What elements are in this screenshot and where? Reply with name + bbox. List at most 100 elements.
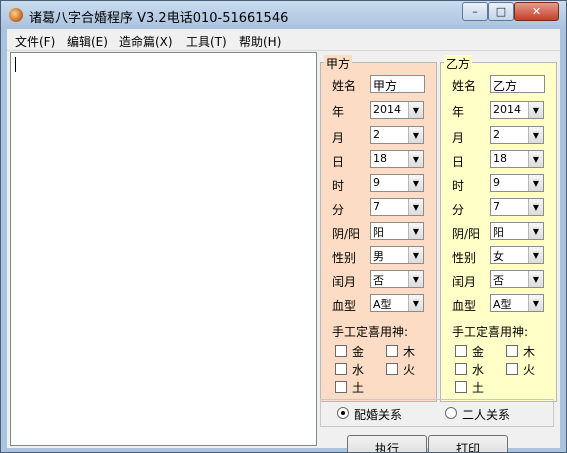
title-bar[interactable]: 诸葛八字合婚程序 V3.2电话010-51661546 – □ ✕ bbox=[1, 1, 566, 29]
chevron-down-icon: ▼ bbox=[408, 247, 423, 263]
panel-person-b: 乙方 姓名 乙方 年 2014 ▼ 月 2 ▼ 日 18 ▼ 时 9 ▼ 分 7 ▼ 阴/… bbox=[440, 55, 557, 402]
b-day-select[interactable]: 18 ▼ bbox=[490, 150, 544, 168]
app-window: 诸葛八字合婚程序 V3.2电话010-51661546 – □ ✕ 文件(F) … bbox=[0, 0, 567, 453]
radio-marriage-label[interactable]: 配婚关系 bbox=[354, 406, 402, 423]
b-day-value: 18 bbox=[493, 152, 507, 165]
b-label-shui: 水 bbox=[472, 363, 485, 377]
label-leap: 闰月 bbox=[332, 275, 357, 289]
radio-two-person-label[interactable]: 二人关系 bbox=[462, 406, 510, 423]
b-checkbox-shui[interactable] bbox=[455, 363, 467, 375]
a-minute-select[interactable]: 7 ▼ bbox=[370, 198, 424, 216]
panel-a-legend: 甲方 bbox=[324, 55, 353, 72]
minimize-button[interactable]: – bbox=[462, 2, 488, 21]
a-gender-select[interactable]: 男 ▼ bbox=[370, 246, 424, 264]
label-hour: 时 bbox=[452, 179, 465, 193]
chevron-down-icon: ▼ bbox=[528, 175, 543, 191]
a-checkbox-tu[interactable] bbox=[335, 381, 347, 393]
label-gender: 性别 bbox=[332, 251, 357, 265]
label-leap: 闰月 bbox=[452, 275, 477, 289]
label-name: 姓名 bbox=[332, 79, 357, 93]
radio-marriage[interactable] bbox=[337, 407, 349, 419]
chevron-down-icon: ▼ bbox=[528, 271, 543, 287]
a-hour-select[interactable]: 9 ▼ bbox=[370, 174, 424, 192]
b-blood-select[interactable]: A型 ▼ bbox=[490, 294, 544, 312]
chevron-down-icon: ▼ bbox=[408, 199, 423, 215]
result-text-area[interactable] bbox=[10, 52, 317, 446]
execute-button[interactable]: 执行 bbox=[347, 435, 427, 452]
a-hour-value: 9 bbox=[373, 176, 380, 189]
label-blood: 血型 bbox=[452, 299, 477, 313]
b-leap-value: 否 bbox=[493, 274, 504, 287]
label-year: 年 bbox=[452, 105, 465, 119]
b-yinyang-select[interactable]: 阳 ▼ bbox=[490, 222, 544, 240]
chevron-down-icon: ▼ bbox=[528, 151, 543, 167]
a-name-input[interactable]: 甲方 bbox=[370, 75, 425, 93]
chevron-down-icon: ▼ bbox=[408, 127, 423, 143]
a-month-value: 2 bbox=[373, 128, 380, 141]
b-name-input[interactable]: 乙方 bbox=[490, 75, 545, 93]
a-year-select[interactable]: 2014 ▼ bbox=[370, 101, 424, 119]
a-checkbox-huo[interactable] bbox=[386, 363, 398, 375]
chevron-down-icon: ▼ bbox=[408, 151, 423, 167]
b-leap-select[interactable]: 否 ▼ bbox=[490, 270, 544, 288]
relationship-group: 配婚关系 二人关系 bbox=[320, 399, 554, 427]
app-icon[interactable] bbox=[9, 8, 23, 22]
a-blood-select[interactable]: A型 ▼ bbox=[370, 294, 424, 312]
b-checkbox-huo[interactable] bbox=[506, 363, 518, 375]
radio-two-person[interactable] bbox=[445, 407, 457, 419]
menu-tools[interactable]: 工具(T) bbox=[186, 33, 227, 50]
close-button[interactable]: ✕ bbox=[514, 2, 559, 21]
a-yinyang-value: 阳 bbox=[373, 226, 384, 239]
chevron-down-icon: ▼ bbox=[528, 295, 543, 311]
client-area: 文件(F) 编辑(E) 造命篇(X) 工具(T) 帮助(H) 甲方 姓名 甲方 … bbox=[7, 29, 560, 452]
menu-edit[interactable]: 编辑(E) bbox=[67, 33, 108, 50]
chevron-down-icon: ▼ bbox=[408, 102, 423, 118]
chevron-down-icon: ▼ bbox=[528, 102, 543, 118]
menu-bar: 文件(F) 编辑(E) 造命篇(X) 工具(T) 帮助(H) bbox=[7, 29, 560, 51]
b-checkbox-tu[interactable] bbox=[455, 381, 467, 393]
a-leap-select[interactable]: 否 ▼ bbox=[370, 270, 424, 288]
a-label-jin: 金 bbox=[352, 345, 365, 359]
a-checkbox-shui[interactable] bbox=[335, 363, 347, 375]
b-checkbox-jin[interactable] bbox=[455, 345, 467, 357]
b-hour-select[interactable]: 9 ▼ bbox=[490, 174, 544, 192]
b-minute-select[interactable]: 7 ▼ bbox=[490, 198, 544, 216]
chevron-down-icon: ▼ bbox=[528, 127, 543, 143]
a-yinyang-select[interactable]: 阳 ▼ bbox=[370, 222, 424, 240]
label-name: 姓名 bbox=[452, 79, 477, 93]
a-checkbox-jin[interactable] bbox=[335, 345, 347, 357]
maximize-button[interactable]: □ bbox=[488, 2, 514, 21]
menu-file[interactable]: 文件(F) bbox=[15, 33, 55, 50]
chevron-down-icon: ▼ bbox=[408, 295, 423, 311]
b-gender-value: 女 bbox=[493, 250, 504, 263]
panel-person-a: 甲方 姓名 甲方 年 2014 ▼ 月 2 ▼ 日 18 ▼ 时 9 ▼ 分 7 ▼ 阴/… bbox=[320, 55, 437, 402]
chevron-down-icon: ▼ bbox=[408, 175, 423, 191]
b-yinyang-value: 阳 bbox=[493, 226, 504, 239]
b-month-value: 2 bbox=[493, 128, 500, 141]
label-minute: 分 bbox=[332, 203, 345, 217]
label-minute: 分 bbox=[452, 203, 465, 217]
b-month-select[interactable]: 2 ▼ bbox=[490, 126, 544, 144]
chevron-down-icon: ▼ bbox=[528, 223, 543, 239]
yongshen-title: 手工定喜用神: bbox=[332, 325, 409, 339]
label-hour: 时 bbox=[332, 179, 345, 193]
a-leap-value: 否 bbox=[373, 274, 384, 287]
label-day: 日 bbox=[452, 155, 465, 169]
menu-zaoming[interactable]: 造命篇(X) bbox=[119, 33, 173, 50]
b-checkbox-mu[interactable] bbox=[506, 345, 518, 357]
a-label-huo: 火 bbox=[403, 363, 416, 377]
print-button[interactable]: 打印 bbox=[428, 435, 508, 452]
label-year: 年 bbox=[332, 105, 345, 119]
label-month: 月 bbox=[332, 131, 345, 145]
b-year-select[interactable]: 2014 ▼ bbox=[490, 101, 544, 119]
a-day-value: 18 bbox=[373, 152, 387, 165]
b-gender-select[interactable]: 女 ▼ bbox=[490, 246, 544, 264]
a-checkbox-mu[interactable] bbox=[386, 345, 398, 357]
a-month-select[interactable]: 2 ▼ bbox=[370, 126, 424, 144]
b-blood-value: A型 bbox=[493, 298, 512, 311]
b-label-tu: 土 bbox=[472, 381, 485, 395]
a-year-value: 2014 bbox=[373, 103, 401, 116]
menu-help[interactable]: 帮助(H) bbox=[239, 33, 281, 50]
a-day-select[interactable]: 18 ▼ bbox=[370, 150, 424, 168]
label-month: 月 bbox=[452, 131, 465, 145]
